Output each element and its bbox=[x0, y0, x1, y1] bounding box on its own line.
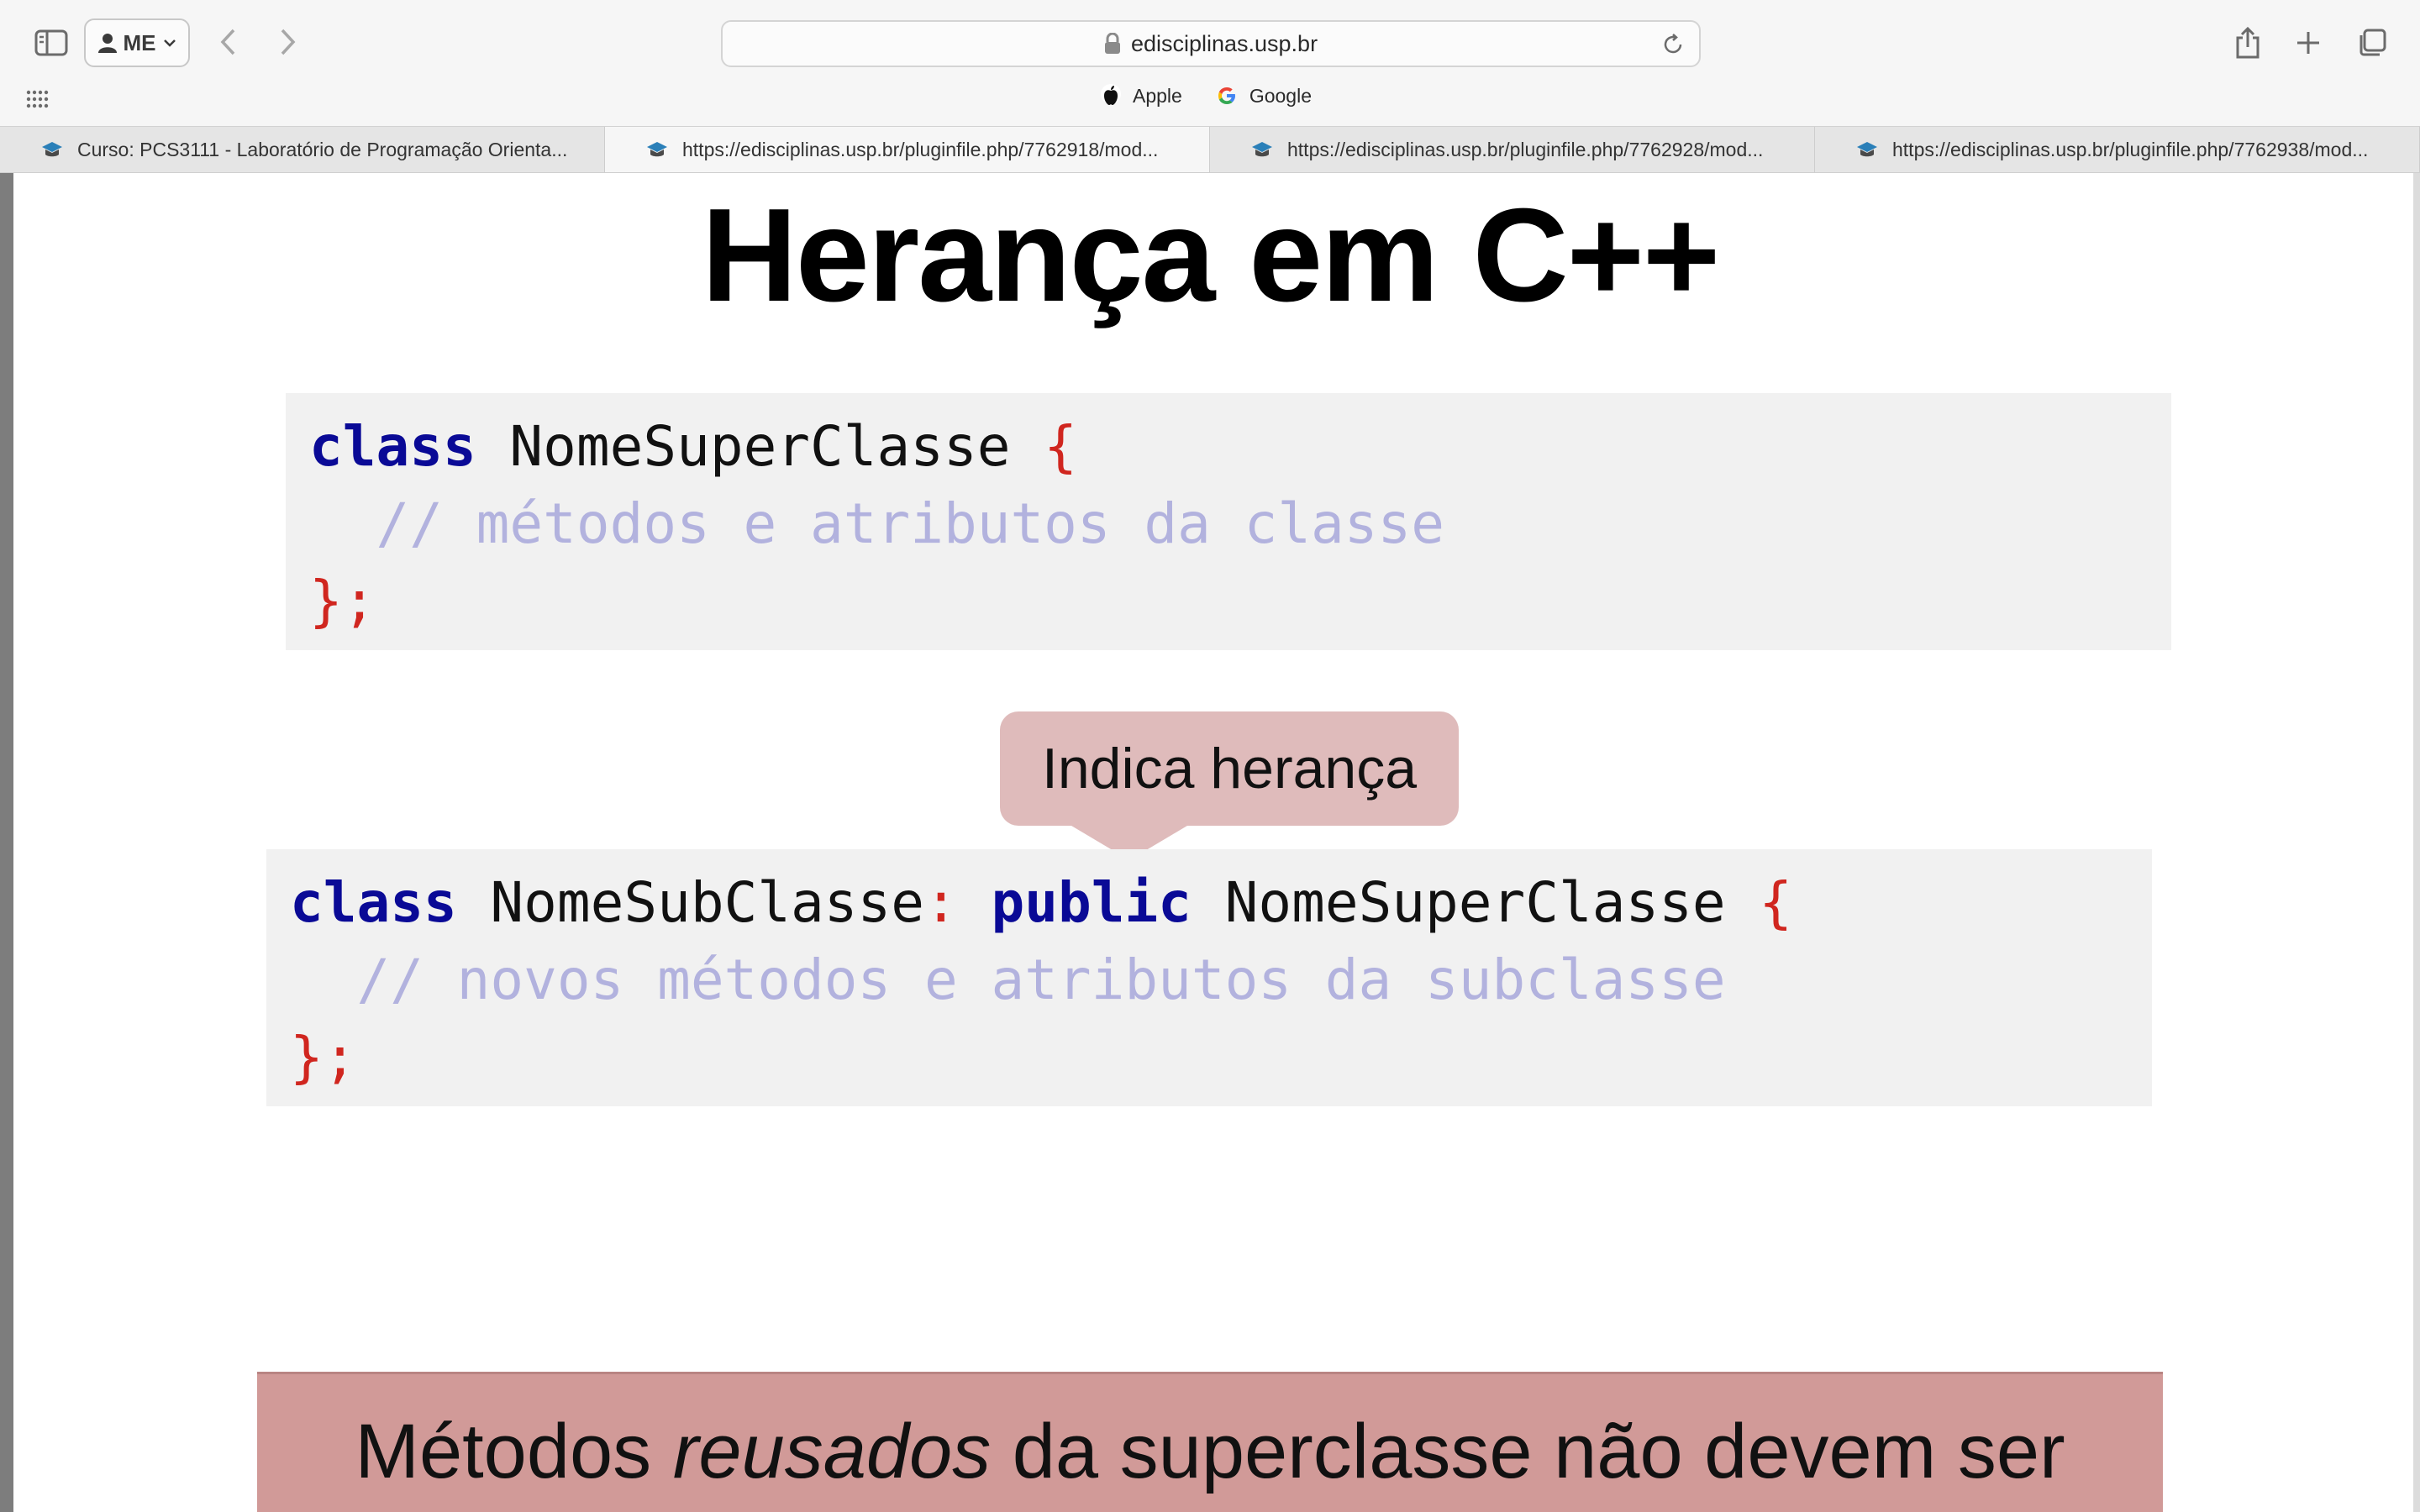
page-edge bbox=[0, 173, 13, 1512]
favorites-grid-icon[interactable] bbox=[25, 89, 50, 109]
tab-overview-button[interactable] bbox=[2353, 24, 2391, 62]
profile-button[interactable]: ME bbox=[84, 18, 190, 67]
lock-icon bbox=[1104, 33, 1120, 54]
sidebar-icon bbox=[34, 29, 68, 56]
google-logo-icon bbox=[1218, 87, 1235, 104]
banner-text: da superclasse não devem ser bbox=[991, 1409, 2065, 1494]
address-bar[interactable]: edisciplinas.usp.br bbox=[721, 20, 1701, 67]
code-identifier: NomeSubClasse bbox=[456, 870, 924, 935]
code-colon: : bbox=[923, 870, 958, 935]
code-block-subclass: class NomeSubClasse: public NomeSuperCla… bbox=[266, 849, 2152, 1106]
moodle-favicon-icon bbox=[1252, 142, 1272, 157]
favorites-bar: Apple Google bbox=[1101, 84, 1312, 108]
tab-title: https://edisciplinas.usp.br/pluginfile.p… bbox=[1287, 138, 1764, 160]
plus-icon bbox=[2297, 32, 2319, 54]
code-identifier: NomeSuperClasse bbox=[476, 414, 1044, 479]
code-comment: // novos métodos e atributos da subclass… bbox=[290, 948, 1726, 1012]
code-keyword: class bbox=[290, 870, 457, 935]
moodle-favicon-icon bbox=[1857, 142, 1877, 157]
code-close: }; bbox=[290, 1025, 357, 1089]
page-edge bbox=[2413, 173, 2420, 1512]
pdf-viewer[interactable]: Herança em C++ class NomeSuperClasse { /… bbox=[0, 173, 2420, 1512]
browser-tab[interactable]: https://edisciplinas.usp.br/pluginfile.p… bbox=[1210, 127, 1815, 172]
callout-indica-heranca: Indica herança bbox=[1000, 711, 1459, 826]
code-comment: // métodos e atributos da classe bbox=[309, 491, 1445, 556]
code-keyword-public: public bbox=[991, 870, 1192, 935]
banner-emphasis: reusados bbox=[672, 1409, 992, 1494]
share-button[interactable] bbox=[2228, 24, 2267, 62]
browser-toolbar: ME edisciplinas.usp.br Apple Google bbox=[0, 0, 2420, 126]
new-tab-button[interactable] bbox=[2289, 24, 2328, 62]
chevron-right-icon bbox=[281, 29, 296, 55]
sidebar-toggle-button[interactable] bbox=[32, 25, 71, 60]
tab-title: Curso: PCS3111 - Laboratório de Programa… bbox=[77, 138, 568, 160]
note-banner: Métodos reusados da superclasse não deve… bbox=[257, 1372, 2163, 1512]
code-keyword: class bbox=[309, 414, 476, 479]
forward-button[interactable] bbox=[269, 24, 306, 60]
profile-label: ME bbox=[123, 29, 156, 55]
tab-overview-icon bbox=[2360, 29, 2386, 56]
apple-logo-icon bbox=[1101, 84, 1121, 105]
bookmark-apple[interactable]: Apple bbox=[1101, 84, 1182, 108]
person-icon bbox=[97, 34, 117, 53]
code-block-superclass: class NomeSuperClasse { // métodos e atr… bbox=[286, 393, 2171, 650]
banner-text: Métodos bbox=[355, 1409, 673, 1494]
moodle-favicon-icon bbox=[647, 142, 667, 157]
share-icon bbox=[2236, 26, 2260, 59]
tab-title: https://edisciplinas.usp.br/pluginfile.p… bbox=[682, 138, 1159, 160]
code-brace: { bbox=[1044, 414, 1077, 479]
bookmark-label: Apple bbox=[1133, 84, 1182, 107]
address-text: edisciplinas.usp.br bbox=[1130, 30, 1318, 56]
bookmark-google[interactable]: Google bbox=[1216, 84, 1312, 108]
bookmark-label: Google bbox=[1249, 84, 1312, 107]
slide-title: Herança em C++ bbox=[701, 181, 1720, 329]
code-brace: { bbox=[1759, 870, 1793, 935]
reload-icon[interactable] bbox=[1660, 32, 1686, 57]
tab-title: https://edisciplinas.usp.br/pluginfile.p… bbox=[1892, 138, 2369, 160]
back-button[interactable] bbox=[210, 24, 247, 60]
tab-bar: Curso: PCS3111 - Laboratório de Programa… bbox=[0, 126, 2420, 173]
code-close: }; bbox=[309, 569, 376, 633]
chevron-left-icon bbox=[220, 29, 235, 55]
browser-tab[interactable]: https://edisciplinas.usp.br/pluginfile.p… bbox=[1815, 127, 2420, 172]
code-identifier-base: NomeSuperClasse bbox=[1191, 870, 1760, 935]
browser-tab[interactable]: Curso: PCS3111 - Laboratório de Programa… bbox=[0, 127, 605, 172]
browser-tab-active[interactable]: https://edisciplinas.usp.br/pluginfile.p… bbox=[605, 127, 1210, 172]
moodle-favicon-icon bbox=[42, 142, 62, 157]
chevron-down-icon bbox=[163, 39, 176, 47]
